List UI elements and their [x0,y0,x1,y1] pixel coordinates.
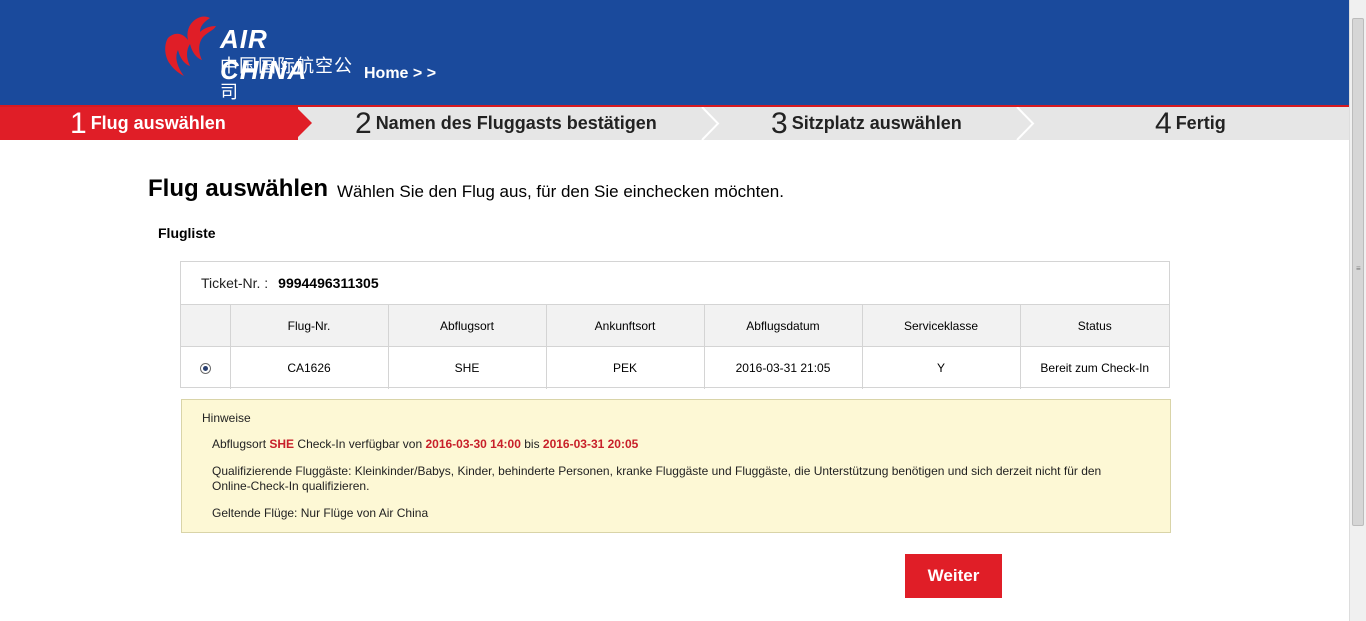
site-header: AIR CHINA 中国国际航空公司 Home > > [0,0,1349,105]
flights-table: Flug-Nr. Abflugsort Ankunftsort Abflugsd… [181,304,1169,389]
note-qualifying-passengers: Qualifizierende Fluggäste: Kleinkinder/B… [212,464,1102,493]
vertical-scrollbar[interactable]: ≡ [1349,0,1366,621]
step-number: 2 [355,107,372,140]
step-3-select-seat: 3 Sitzplatz auswählen [771,107,962,140]
step-active-arrow [296,107,312,139]
column-header-date: Abflugsdatum [703,304,863,347]
logo-text-cn: 中国国际航空公司 [220,56,353,103]
service-class-cell: Y [861,346,1021,389]
chevron-right-icon [701,107,720,140]
note-applicable-flights: Geltende Flüge: Nur Flüge von Air China [212,506,429,520]
select-column-header [181,304,231,347]
page-title: Flug auswählen [148,175,329,202]
next-button[interactable]: Weiter [905,554,1002,598]
note-checkin-window: Abflugsort SHE Check-In verfügbar von 20… [212,437,1142,452]
flight-list-heading: Flugliste [158,225,216,241]
scrollbar-thumb[interactable]: ≡ [1352,18,1364,526]
flight-number-cell: CA1626 [229,346,389,389]
phoenix-logo-icon [165,16,216,76]
page-subtitle: Wählen Sie den Flug aus, für den Sie ein… [337,182,784,201]
chevron-right-icon [1016,107,1035,140]
breadcrumb-home-link[interactable]: Home > > [364,65,436,83]
column-header-arrival: Ankunftsort [545,304,705,347]
column-header-departure: Abflugsort [387,304,547,347]
step-number: 4 [1155,107,1172,140]
column-header-flight-no: Flug-Nr. [229,304,389,347]
note-checkin-start: 2016-03-30 14:00 [425,437,521,451]
notes-panel: Hinweise Abflugsort SHE Check-In verfügb… [181,399,1171,533]
column-header-class: Serviceklasse [861,304,1021,347]
step-label: Fertig [1175,113,1226,133]
departure-cell: SHE [387,346,547,389]
column-header-status: Status [1019,304,1169,347]
note-text: Check-In verfügbar von [294,437,426,451]
ticket-number-label: Ticket-Nr. : [201,275,269,291]
step-label: Namen des Fluggasts bestätigen [375,113,657,133]
step-4-done: 4 Fertig [1155,107,1226,140]
note-checkin-end: 2016-03-31 20:05 [542,437,639,451]
table-header-row: Flug-Nr. Abflugsort Ankunftsort Abflugsd… [181,304,1169,347]
status-cell: Bereit zum Check-In [1019,346,1169,389]
flight-list-panel: Ticket-Nr. : 9994496311305 Flug-Nr. Abfl… [180,261,1170,389]
departure-date-cell: 2016-03-31 21:05 [703,346,863,389]
table-row[interactable]: CA1626 SHE PEK 2016-03-31 21:05 Y Bereit… [181,346,1169,389]
step-number: 1 [70,107,87,140]
flight-select-cell[interactable] [181,346,231,389]
ticket-number-value: 9994496311305 [278,275,379,291]
arrival-cell: PEK [545,346,705,389]
step-2-confirm-name: 2 Namen des Fluggasts bestätigen [355,107,657,140]
step-label: Sitzplatz auswählen [791,113,962,133]
flight-select-radio[interactable] [199,363,211,375]
air-china-logo[interactable]: AIR CHINA 中国国际航空公司 [160,14,355,103]
note-airport-code: SHE [269,437,295,451]
ticket-number-row: Ticket-Nr. : 9994496311305 [181,262,1169,304]
note-text: Abflugsort [212,437,270,451]
step-1-select-flight: 1 Flug auswählen [0,107,298,140]
scrollbar-grip-icon: ≡ [1356,264,1361,273]
progress-steps: 1 Flug auswählen 2 Namen des Fluggasts b… [0,105,1349,140]
notes-title: Hinweise [202,411,251,425]
step-label: Flug auswählen [90,113,226,133]
step-number: 3 [771,107,788,140]
note-text: bis [520,437,543,451]
